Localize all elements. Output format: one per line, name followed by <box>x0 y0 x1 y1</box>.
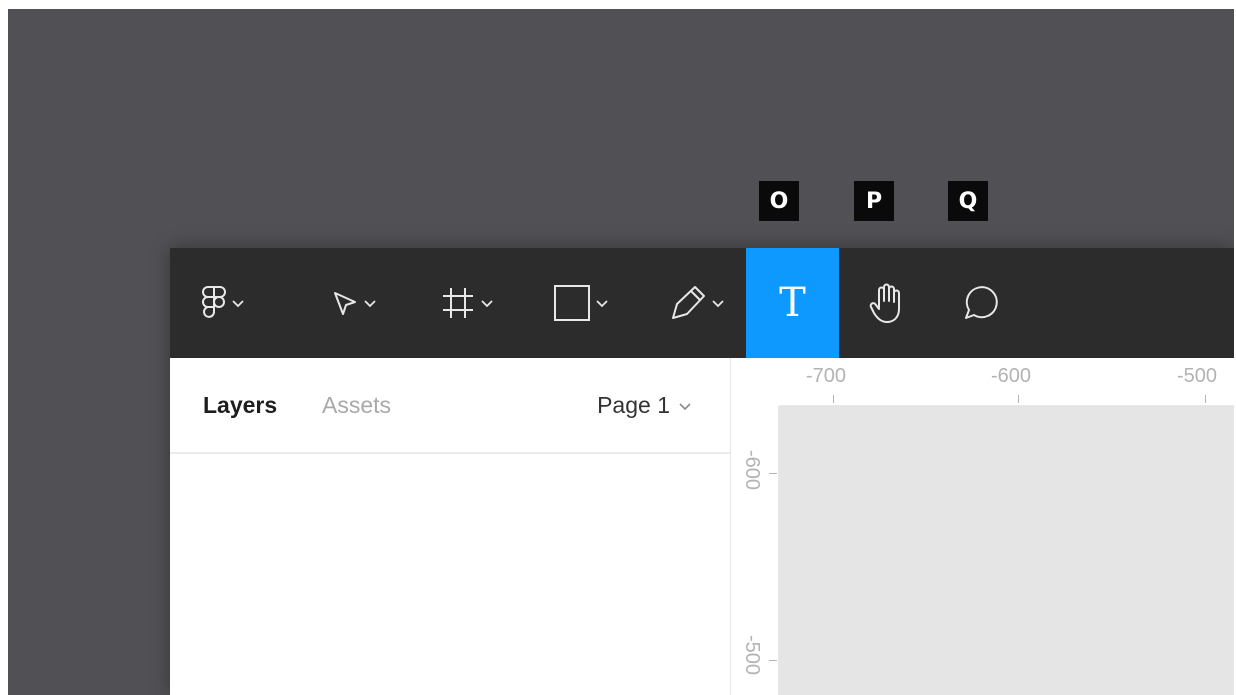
ruler-left: -600 -500 <box>731 358 779 695</box>
figma-logo-icon <box>202 286 226 318</box>
page-selector[interactable]: Page 1 <box>597 392 692 419</box>
left-panel: Layers Assets Page 1 <box>170 358 731 695</box>
text-tool-button[interactable]: T <box>746 248 839 358</box>
pen-icon <box>672 286 705 319</box>
chevron-down-icon <box>596 300 608 308</box>
ruler-tick <box>1205 395 1206 403</box>
ruler-label: -600 <box>741 450 763 491</box>
chevron-down-icon <box>364 300 376 308</box>
hand-tool-button[interactable] <box>853 248 923 358</box>
ruler-tick <box>769 660 777 661</box>
canvas-area: -700 -600 -500 -600 -500 <box>731 358 1234 695</box>
ruler-label: -600 <box>991 365 1032 387</box>
shortcut-badge-o: O <box>759 181 799 221</box>
comment-bubble-icon <box>965 286 998 319</box>
hand-icon <box>869 283 900 323</box>
figma-window: T Layers Assets Page 1 -700 -600 -500 -6… <box>170 248 1234 695</box>
main-menu-button[interactable] <box>188 248 258 358</box>
frame-hash-icon <box>443 288 473 318</box>
text-icon: T <box>779 280 806 326</box>
tab-layers[interactable]: Layers <box>203 392 277 419</box>
ruler-corner <box>731 358 779 406</box>
toolbar: T <box>170 248 1234 358</box>
presentation-backdrop: O P Q T Layers Assets Page 1 -700 -600 -… <box>8 9 1234 695</box>
ruler-label: -700 <box>806 365 847 387</box>
shortcut-badge-q: Q <box>948 181 988 221</box>
chevron-down-icon <box>481 300 493 308</box>
move-tool-button[interactable] <box>316 248 392 358</box>
ruler-tick <box>1018 395 1019 403</box>
frame-tool-button[interactable] <box>428 248 506 358</box>
rectangle-icon <box>554 285 590 321</box>
tab-assets[interactable]: Assets <box>322 392 391 419</box>
chevron-down-icon <box>712 300 724 308</box>
pen-tool-button[interactable] <box>658 248 736 358</box>
chevron-down-icon <box>232 300 244 308</box>
shortcut-badge-p: P <box>854 181 894 221</box>
page-selector-label: Page 1 <box>597 392 670 418</box>
chevron-down-icon <box>679 402 691 410</box>
move-cursor-icon <box>334 292 356 315</box>
canvas-surface[interactable] <box>779 406 1234 695</box>
panel-header: Layers Assets Page 1 <box>170 358 730 454</box>
ruler-tick <box>833 395 834 403</box>
ruler-label: -500 <box>741 635 763 676</box>
ruler-top: -700 -600 -500 <box>731 358 1234 406</box>
comment-tool-button[interactable] <box>945 248 1015 358</box>
shape-tool-button[interactable] <box>540 248 622 358</box>
ruler-tick <box>769 473 777 474</box>
ruler-label: -500 <box>1177 365 1218 387</box>
